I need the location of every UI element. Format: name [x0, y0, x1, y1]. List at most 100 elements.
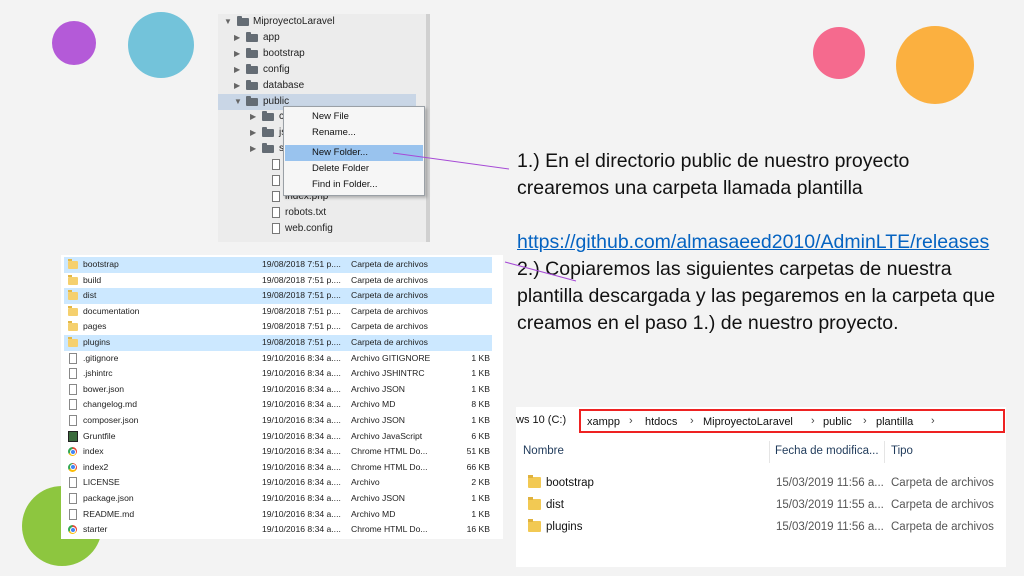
chevron-down-icon[interactable]: ▼	[234, 94, 242, 110]
breadcrumb-xampp[interactable]: xampp	[587, 416, 620, 428]
file-name: build	[83, 274, 102, 285]
tree-item[interactable]: ▶ bootstrap	[218, 46, 416, 62]
table-row[interactable]: dist 19/08/2018 7:51 p.... Carpeta de arch…	[64, 288, 492, 304]
table-row[interactable]: bower.json 19/10/2016 8:34 a.... Archivo J…	[64, 382, 492, 398]
file-icon	[272, 223, 280, 234]
file-name: Gruntfile	[83, 430, 116, 441]
breadcrumb-public[interactable]: public	[823, 416, 852, 428]
chrome-icon	[68, 462, 77, 472]
file-size: 1 KB	[471, 415, 490, 425]
chevron-right-icon[interactable]: ▶	[234, 46, 240, 62]
folder-icon	[262, 127, 274, 137]
chevron-right-icon[interactable]: ▶	[250, 141, 256, 157]
folder-name: bootstrap	[546, 477, 594, 489]
folder-icon	[262, 143, 274, 153]
file-icon	[69, 383, 77, 395]
column-header-type[interactable]: Tipo	[891, 445, 913, 457]
table-row[interactable]: bootstrap 19/08/2018 7:51 p.... Carpeta de…	[64, 257, 492, 273]
instructions-text: 1.) En el directorio public de nuestro p…	[517, 148, 997, 337]
folder-icon	[262, 111, 274, 121]
menu-item-delete-folder[interactable]: Delete Folder	[285, 161, 423, 177]
table-row[interactable]: README.md 19/10/2016 8:34 a.... Archivo MD…	[64, 507, 492, 523]
tree-item[interactable]: web.config	[218, 221, 416, 237]
file-date: 19/08/2018 7:51 p....	[262, 321, 341, 332]
file-type: Archivo GITIGNORE	[351, 352, 431, 363]
list-item[interactable]: plugins 15/03/2019 11:56 a... Carpeta de a…	[522, 516, 998, 538]
tree-root[interactable]: ▼ MiproyectoLaravel	[218, 14, 416, 30]
table-row[interactable]: LICENSE 19/10/2016 8:34 a.... Archivo 2 KB	[64, 475, 492, 491]
file-type: Chrome HTML Do...	[351, 461, 428, 472]
javascript-file-icon	[68, 430, 78, 442]
table-row[interactable]: changelog.md 19/10/2016 8:34 a.... Archivo…	[64, 397, 492, 413]
file-icon	[272, 207, 280, 218]
table-row[interactable]: pages 19/08/2018 7:51 p.... Carpeta de arc…	[64, 319, 492, 335]
table-row[interactable]: index 19/10/2016 8:34 a.... Chrome HTML Do…	[64, 444, 492, 460]
chrome-icon	[68, 525, 77, 535]
table-row[interactable]: package.json 19/10/2016 8:34 a.... Archivo…	[64, 491, 492, 507]
table-row[interactable]: documentation 19/08/2018 7:51 p.... Carpet…	[64, 304, 492, 320]
file-type: Carpeta de archivos	[351, 290, 428, 301]
breadcrumb-project[interactable]: MiproyectoLaravel	[703, 416, 793, 428]
table-row[interactable]: starter 19/10/2016 8:34 a.... Chrome HTML …	[64, 522, 492, 538]
file-icon	[69, 477, 77, 489]
column-divider[interactable]	[884, 441, 885, 463]
file-size: 6 KB	[471, 430, 490, 441]
table-row[interactable]: .jshintrc 19/10/2016 8:34 a.... Archivo JS…	[64, 366, 492, 382]
tree-item-label: config	[263, 64, 290, 75]
file-name: composer.json	[83, 415, 139, 425]
menu-item-rename[interactable]: Rename...	[285, 125, 423, 141]
file-date: 19/10/2016 8:34 a....	[262, 477, 341, 488]
table-row[interactable]: composer.json 19/10/2016 8:34 a.... Archiv…	[64, 413, 492, 429]
chevron-right-icon[interactable]: ▶	[234, 78, 240, 94]
menu-item-find-in-folder[interactable]: Find in Folder...	[285, 177, 423, 193]
file-type: Archivo MD	[351, 508, 396, 519]
address-bar[interactable]: xampp › htdocs › MiproyectoLaravel › pub…	[579, 409, 1005, 433]
list-item[interactable]: bootstrap 15/03/2019 11:56 a... Carpeta de…	[522, 472, 998, 494]
tree-item-label: bootstrap	[263, 48, 305, 59]
adminlte-releases-link[interactable]: https://github.com/almasaeed2010/AdminLT…	[517, 231, 989, 253]
tree-item-label: robots.txt	[285, 207, 327, 218]
file-name: README.md	[83, 508, 135, 519]
address-prefix: ws 10 (C:)	[516, 414, 567, 426]
column-header-name[interactable]: Nombre	[523, 445, 564, 457]
menu-item-new-file[interactable]: New File	[285, 109, 423, 125]
tree-scrollbar[interactable]	[426, 14, 430, 242]
file-type: Archivo MD	[351, 399, 396, 410]
folder-date: 15/03/2019 11:55 a...	[776, 499, 884, 511]
folder-icon	[246, 96, 258, 106]
file-date: 19/10/2016 8:34 a....	[262, 399, 341, 410]
file-date: 19/08/2018 7:51 p....	[262, 274, 341, 285]
chevron-right-icon[interactable]: ▶	[234, 30, 240, 46]
menu-item-new-folder[interactable]: New Folder...	[285, 145, 423, 161]
breadcrumb-plantilla[interactable]: plantilla	[876, 416, 913, 428]
tree-root-label: MiproyectoLaravel	[253, 16, 335, 27]
decor-circle-purple	[52, 21, 96, 65]
table-row[interactable]: build 19/08/2018 7:51 p.... Carpeta de arc…	[64, 273, 492, 289]
table-row[interactable]: Gruntfile 19/10/2016 8:34 a.... Archivo Ja…	[64, 429, 492, 445]
table-row[interactable]: index2 19/10/2016 8:34 a.... Chrome HTML D…	[64, 460, 492, 476]
column-header-date[interactable]: Fecha de modifica...	[775, 445, 879, 457]
list-item[interactable]: dist 15/03/2019 11:55 a... Carpeta de arch…	[522, 494, 998, 516]
file-icon	[272, 175, 280, 186]
table-row[interactable]: .gitignore 19/10/2016 8:34 a.... Archivo G…	[64, 351, 492, 367]
tree-item[interactable]: robots.txt	[218, 205, 416, 221]
tree-item-label: web.config	[285, 223, 333, 234]
table-row[interactable]: plugins 19/08/2018 7:51 p.... Carpeta de a…	[64, 335, 492, 351]
tree-item[interactable]: ▶ app	[218, 30, 416, 46]
file-type: Carpeta de archivos	[351, 321, 428, 332]
folder-type: Carpeta de archivos	[891, 499, 994, 511]
breadcrumb-htdocs[interactable]: htdocs	[645, 416, 677, 428]
folder-icon	[246, 64, 258, 74]
file-icon	[69, 352, 77, 364]
tree-item[interactable]: ▶ config	[218, 62, 416, 78]
file-date: 19/10/2016 8:34 a....	[262, 524, 341, 535]
tree-item[interactable]: ▶ database	[218, 78, 416, 94]
folder-type: Carpeta de archivos	[891, 521, 994, 533]
file-type: Archivo JavaScript	[351, 430, 423, 441]
chevron-right-icon[interactable]: ▶	[250, 109, 256, 125]
chevron-right-icon: ›	[931, 415, 935, 427]
column-divider[interactable]	[769, 441, 770, 463]
file-type: Archivo JSHINTRC	[351, 368, 425, 379]
chevron-right-icon[interactable]: ▶	[234, 62, 240, 78]
chevron-right-icon[interactable]: ▶	[250, 125, 256, 141]
